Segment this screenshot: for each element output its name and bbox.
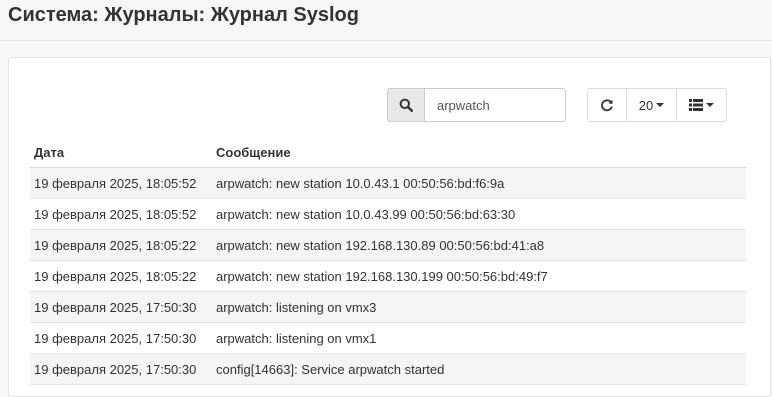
cell-message: arpwatch: new station 10.0.43.99 00:50:5… (212, 198, 746, 230)
search-button[interactable] (387, 88, 425, 122)
cell-message: arpwatch: listening on vmx3 (212, 291, 746, 323)
refresh-button[interactable] (587, 88, 627, 122)
columns-dropdown[interactable] (677, 88, 727, 122)
table-row[interactable]: 19 февраля 2025, 17:50:30 arpwatch: list… (30, 322, 746, 354)
rows-per-page-dropdown[interactable]: 20 (627, 88, 677, 122)
table-row[interactable]: 19 февраля 2025, 17:50:30 config[14663]:… (30, 353, 746, 385)
cell-date: 19 февраля 2025, 17:50:30 (30, 353, 212, 385)
cell-date: 19 февраля 2025, 18:05:52 (30, 167, 212, 199)
chevron-down-icon (656, 103, 665, 107)
table-row[interactable]: 19 февраля 2025, 17:50:30 arpwatch: list… (30, 291, 746, 323)
search-icon (399, 98, 413, 112)
search-input[interactable] (425, 88, 566, 122)
table-toolbar: 20 (587, 88, 727, 122)
page-header: Система: Журналы: Журнал Syslog (0, 0, 772, 41)
cell-date: 19 февраля 2025, 18:05:22 (30, 229, 212, 261)
table-row[interactable]: 19 февраля 2025, 18:05:22 arpwatch: new … (30, 260, 746, 292)
column-header-date[interactable]: Дата (30, 137, 212, 168)
log-panel: 20 Дата Сообщение 19 февраля 2025, 1 (8, 57, 771, 397)
cell-message: arpwatch: new station 192.168.130.89 00:… (212, 229, 746, 261)
cell-date: 19 февраля 2025, 18:05:52 (30, 198, 212, 230)
log-table: Дата Сообщение 19 февраля 2025, 18:05:52… (30, 137, 746, 385)
table-header-row: Дата Сообщение (30, 137, 746, 168)
cell-message: arpwatch: new station 192.168.130.199 00… (212, 260, 746, 292)
rows-per-page-value: 20 (638, 97, 654, 113)
list-icon (689, 99, 703, 111)
cell-message: config[14663]: Service arpwatch started (212, 353, 746, 385)
table-row[interactable]: 19 февраля 2025, 18:05:22 arpwatch: new … (30, 229, 746, 261)
cell-date: 19 февраля 2025, 17:50:30 (30, 291, 212, 323)
table-row[interactable]: 19 февраля 2025, 18:05:52 arpwatch: new … (30, 167, 746, 199)
chevron-down-icon (706, 103, 714, 107)
cell-date: 19 февраля 2025, 18:05:22 (30, 260, 212, 292)
cell-date: 19 февраля 2025, 17:50:30 (30, 322, 212, 354)
cell-message: arpwatch: new station 10.0.43.1 00:50:56… (212, 167, 746, 199)
column-header-message[interactable]: Сообщение (212, 137, 746, 168)
refresh-icon (601, 99, 613, 112)
table-row[interactable]: 19 февраля 2025, 18:05:52 arpwatch: new … (30, 198, 746, 230)
cell-message: arpwatch: listening on vmx1 (212, 322, 746, 354)
page-title: Система: Журналы: Журнал Syslog (8, 4, 359, 26)
search-group (387, 88, 567, 122)
